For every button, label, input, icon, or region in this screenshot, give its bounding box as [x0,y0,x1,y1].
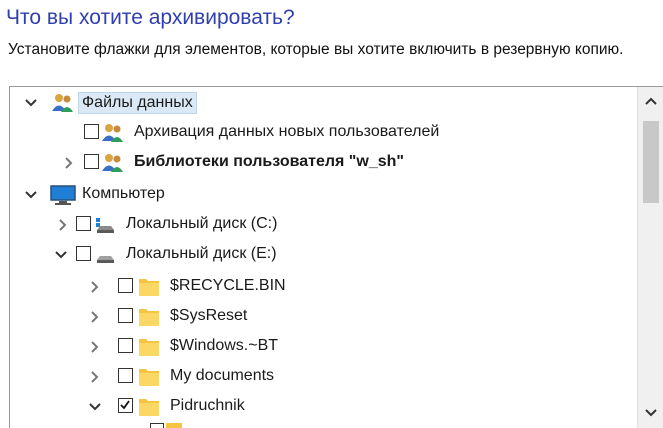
checkbox[interactable] [76,216,91,231]
tree-item-folder[interactable]: $RECYCLE.BIN [10,273,636,301]
instructions-text: Установите флажки для элементов, которые… [8,41,624,58]
tree-item-label: Библиотеки пользователя "w_sh" [134,153,404,170]
backup-items-tree[interactable]: Файлы данных Архивация данных новых поль… [9,86,663,428]
tree-item-label: Файлы данных [78,92,197,114]
tree-item-drive-e[interactable]: Локальный диск (E:) [10,241,636,269]
collapse-arrow-icon[interactable] [88,280,102,294]
tree-item-folder[interactable]: My documents [10,363,636,391]
chevron-down-icon[interactable] [638,401,663,425]
expand-arrow-icon[interactable] [88,400,102,414]
drive-icon [94,245,116,265]
folder-icon [138,277,160,297]
users-icon [52,93,74,113]
checkbox[interactable] [76,246,91,261]
partial-row-hint [150,423,182,428]
folder-icon [138,307,160,327]
expand-arrow-icon[interactable] [24,188,38,202]
checkbox[interactable] [118,338,133,353]
tree-item-new-users[interactable]: Архивация данных новых пользователей [10,119,636,147]
page-title: Что вы хотите архивировать? [6,6,295,29]
users-icon [102,123,124,143]
collapse-arrow-icon[interactable] [88,370,102,384]
tree-item-computer[interactable]: Компьютер [10,181,636,209]
collapse-arrow-icon[interactable] [88,310,102,324]
tree-item-folder[interactable]: $Windows.~BT [10,333,636,361]
collapse-arrow-icon[interactable] [62,156,76,170]
checkbox[interactable] [118,308,133,323]
expand-arrow-icon[interactable] [54,248,68,262]
system-drive-icon [94,215,116,235]
checkbox[interactable] [118,278,133,293]
tree-item-label: $Windows.~BT [170,337,279,354]
folder-icon [138,337,160,357]
tree-item-label: My documents [170,367,275,384]
computer-icon [50,185,76,205]
vertical-scrollbar[interactable] [637,87,663,428]
scrollbar-thumb[interactable] [643,121,659,203]
tree-item-label: $RECYCLE.BIN [170,277,286,294]
folder-icon [138,367,160,387]
checkbox[interactable] [84,124,99,139]
collapse-arrow-icon[interactable] [56,218,70,232]
tree-item-label: Pidruchnik [170,397,245,414]
folder-icon [138,397,160,417]
tree-item-drive-c[interactable]: Локальный диск (C:) [10,211,636,239]
tree-item-folder[interactable]: $SysReset [10,303,636,331]
checkbox[interactable] [84,154,99,169]
checkbox-checked[interactable] [118,398,133,413]
tree-item-label: Архивация данных новых пользователей [134,123,440,140]
collapse-arrow-icon[interactable] [88,340,102,354]
tree-item-folder[interactable]: Pidruchnik [10,393,636,421]
tree-item-user-libraries[interactable]: Библиотеки пользователя "w_sh" [10,149,636,177]
tree-item-label: $SysReset [170,307,248,324]
expand-arrow-icon[interactable] [24,96,38,110]
tree-item-label: Локальный диск (E:) [126,245,277,262]
chevron-up-icon[interactable] [638,89,663,113]
users-icon [102,153,124,173]
tree-item-data-files[interactable]: Файлы данных [10,89,636,117]
checkbox[interactable] [118,368,133,383]
tree-item-label: Компьютер [82,185,165,202]
tree-item-label: Локальный диск (C:) [126,215,278,232]
